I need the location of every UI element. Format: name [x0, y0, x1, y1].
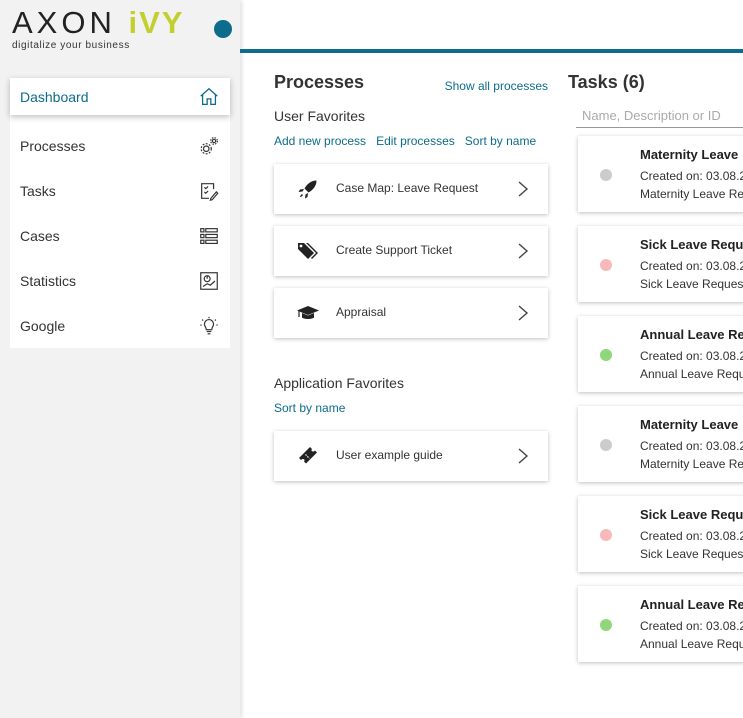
menu-toggle-button[interactable]: [214, 20, 232, 38]
user-favorites-label: User Favorites: [274, 108, 366, 124]
logo-wordmark: AXON iVY: [12, 5, 185, 40]
logo-tagline: digitalize your business: [12, 40, 130, 51]
sidebar-item-statistics[interactable]: Statistics: [10, 258, 230, 303]
task-description: Sick Leave Request: [640, 547, 743, 561]
task-state-indicator: [600, 529, 612, 541]
task-name: Annual Leave Re: [640, 597, 743, 612]
chart-icon: [198, 270, 220, 292]
add-new-process-link[interactable]: Add new process: [274, 134, 366, 148]
sort-by-name-link[interactable]: Sort by name: [274, 401, 345, 415]
task-card[interactable]: Maternity Leave Created on: 03.08.2 Matern…: [578, 136, 743, 212]
task-card[interactable]: Annual Leave Re Created on: 03.08.2 Annual…: [578, 586, 743, 662]
process-card-leave-request[interactable]: Case Map: Leave Request: [274, 164, 548, 214]
sidebar-item-label: Processes: [20, 137, 86, 154]
task-state-indicator: [600, 439, 612, 451]
task-name: Sick Leave Requ: [640, 237, 743, 252]
task-name: Sick Leave Requ: [640, 507, 743, 522]
list-icon: [198, 225, 220, 247]
tasks-widget: Tasks (6) Maternity Leave Created on: 03.…: [568, 72, 743, 662]
sidebar: AXON iVY digitalize your business Dashbo…: [0, 0, 240, 718]
axon-ivy-logo[interactable]: AXON iVY digitalize your business: [12, 5, 185, 51]
process-label: Appraisal: [336, 305, 387, 319]
process-label: Create Support Ticket: [336, 243, 453, 257]
logo-brand-b: iVY: [128, 5, 185, 40]
task-card[interactable]: Sick Leave Requ Created on: 03.08.2 Sick L…: [578, 226, 743, 302]
sidebar-item-label: Google: [20, 317, 66, 334]
chevron-right-icon: [516, 242, 530, 260]
process-card-user-example-guide[interactable]: User example guide: [274, 431, 548, 481]
application-favorites-actions: Sort by name: [274, 401, 345, 415]
processes-widget: Processes Show all processes User Favori…: [274, 72, 548, 481]
task-created-date: Created on: 03.08.2: [640, 169, 743, 183]
task-state-indicator: [600, 349, 612, 361]
ticket-icon: [296, 444, 320, 468]
process-card-support-ticket[interactable]: Create Support Ticket: [274, 226, 548, 276]
task-state-indicator: [600, 169, 612, 181]
chevron-right-icon: [516, 180, 530, 198]
tags-icon: [296, 239, 320, 263]
sidebar-item-label: Dashboard: [20, 88, 89, 105]
task-created-date: Created on: 03.08.2: [640, 439, 743, 453]
task-description: Annual Leave Requ: [640, 637, 743, 651]
task-card[interactable]: Annual Leave Re Created on: 03.08.2 Annual…: [578, 316, 743, 392]
task-created-date: Created on: 03.08.2: [640, 349, 743, 363]
graduation-cap-icon: [296, 301, 320, 325]
gears-icon: [198, 135, 220, 157]
home-icon: [198, 86, 220, 108]
sidebar-item-tasks[interactable]: Tasks: [10, 168, 230, 213]
sidebar-item-dashboard[interactable]: Dashboard: [10, 78, 230, 115]
task-name: Maternity Leave: [640, 147, 739, 162]
tasks-title: Tasks (6): [568, 72, 645, 92]
task-search-input[interactable]: [576, 104, 743, 128]
sidebar-item-label: Statistics: [20, 272, 77, 289]
task-description: Annual Leave Requ: [640, 367, 743, 381]
sidebar-item-processes[interactable]: Processes: [10, 123, 230, 168]
task-name: Maternity Leave: [640, 417, 739, 432]
task-state-indicator: [600, 619, 612, 631]
task-state-indicator: [600, 259, 612, 271]
chevron-right-icon: [516, 447, 530, 465]
task-created-date: Created on: 03.08.2: [640, 529, 743, 543]
main-menu: Dashboard Processes Tasks Cases Statisti…: [10, 78, 230, 348]
rocket-icon: [296, 177, 320, 201]
process-label: User example guide: [336, 448, 443, 462]
chevron-right-icon: [516, 304, 530, 322]
sort-by-name-link[interactable]: Sort by name: [465, 134, 536, 148]
process-label: Case Map: Leave Request: [336, 181, 479, 195]
task-description: Sick Leave Request: [640, 277, 743, 291]
task-card[interactable]: Sick Leave Requ Created on: 03.08.2 Sick L…: [578, 496, 743, 572]
task-created-date: Created on: 03.08.2: [640, 619, 743, 633]
task-description: Maternity Leave Re: [640, 457, 743, 471]
header-accent-bar: [240, 49, 743, 53]
lightbulb-icon: [198, 315, 220, 337]
show-all-processes-link[interactable]: Show all processes: [445, 79, 548, 93]
task-card[interactable]: Maternity Leave Created on: 03.08.2 Matern…: [578, 406, 743, 482]
sidebar-item-label: Cases: [20, 227, 60, 244]
task-description: Maternity Leave Re: [640, 187, 743, 201]
task-check-icon: [198, 180, 220, 202]
portal-app: AXON iVY digitalize your business Dashbo…: [0, 0, 743, 718]
edit-processes-link[interactable]: Edit processes: [376, 134, 455, 148]
sidebar-item-google[interactable]: Google: [10, 303, 230, 348]
sidebar-item-cases[interactable]: Cases: [10, 213, 230, 258]
application-favorites-label: Application Favorites: [274, 375, 404, 391]
process-card-appraisal[interactable]: Appraisal: [274, 288, 548, 338]
task-name: Annual Leave Re: [640, 327, 743, 342]
task-created-date: Created on: 03.08.2: [640, 259, 743, 273]
user-favorites-actions: Add new process Edit processes Sort by n…: [274, 134, 536, 148]
logo-brand-a: AXON: [12, 5, 116, 40]
sidebar-item-label: Tasks: [20, 182, 56, 199]
